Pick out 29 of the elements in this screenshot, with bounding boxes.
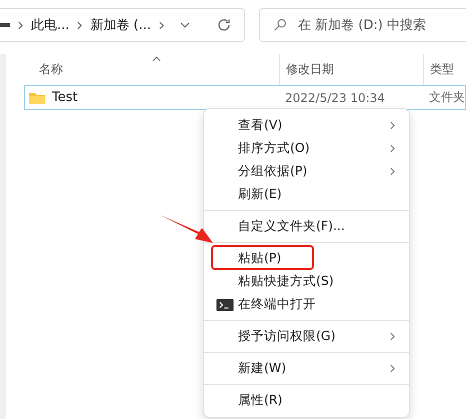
menu-item[interactable]: 在终端中打开	[208, 293, 405, 316]
breadcrumb[interactable]: 此电...	[31, 16, 70, 34]
address-bar[interactable]: 此电... 新加卷 (...	[0, 8, 246, 42]
menu-item[interactable]: 自定义文件夹(F)...	[208, 215, 405, 238]
menu-item[interactable]: 分组依据(P)	[208, 160, 405, 183]
refresh-icon[interactable]	[216, 17, 232, 33]
menu-item[interactable]: 新建(W)	[208, 357, 405, 380]
chevron-icon	[77, 20, 82, 30]
menu-item[interactable]: 授予访问权限(G)	[208, 325, 405, 348]
file-name: Test	[52, 90, 78, 105]
terminal-icon	[216, 298, 234, 310]
search-field[interactable]: 在 新加卷 (D:) 中搜索	[259, 8, 466, 42]
menu-item[interactable]: 属性(R)	[208, 389, 405, 412]
modified-date: 2022/5/23 10:34	[285, 90, 385, 104]
column-header[interactable]: 修改日期	[280, 54, 424, 85]
chevron-icon	[18, 20, 23, 30]
column-header[interactable]: 类型	[424, 54, 466, 85]
menu-item[interactable]: 粘贴快捷方式(S)	[208, 270, 405, 293]
breadcrumb[interactable]: 新加卷 (...	[90, 16, 152, 34]
search-icon	[273, 18, 288, 32]
menu-item[interactable]: 排序方式(O)	[208, 137, 405, 160]
menu-item[interactable]: 刷新(E)	[208, 183, 405, 206]
file-type: 文件夹	[429, 89, 465, 106]
menu-item[interactable]: 粘贴(P)	[208, 247, 405, 270]
chevron-icon	[159, 20, 164, 30]
menu-item[interactable]: 查看(V)	[208, 114, 405, 137]
dropdown-icon[interactable]	[180, 22, 190, 28]
column-header[interactable]: 名称	[6, 54, 280, 85]
folder-icon	[28, 90, 46, 104]
